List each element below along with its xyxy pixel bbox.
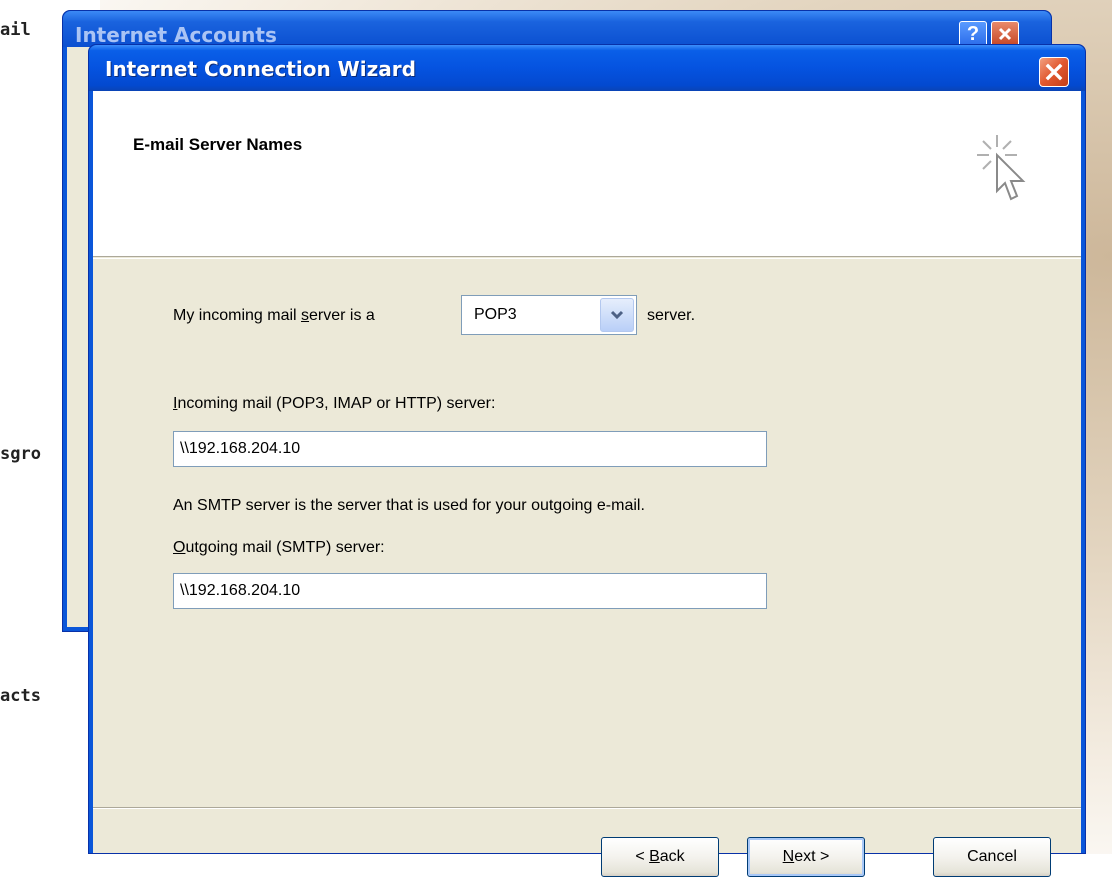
wizard-title: Internet Connection Wizard — [105, 57, 416, 81]
wizard-cursor-icon — [977, 135, 1026, 201]
incoming-server-input[interactable] — [173, 431, 767, 467]
server-type-select[interactable]: POP3 — [461, 295, 637, 335]
internet-accounts-titlebar: Internet Accounts ? — [63, 11, 1051, 47]
label-part: ncoming mail (POP3, IMAP or HTTP) server… — [177, 395, 496, 412]
label-part: My incoming mail — [173, 307, 302, 324]
incoming-server-type-label: My incoming mail server is a — [173, 307, 375, 325]
accelerator-key: O — [173, 539, 186, 556]
button-label-part: < — [635, 848, 650, 865]
cancel-button[interactable]: Cancel — [933, 837, 1051, 877]
next-button[interactable]: Next > — [747, 837, 865, 877]
button-label-part: ext > — [794, 848, 830, 865]
wizard-header: E-mail Server Names — [93, 91, 1081, 257]
server-type-dropdown-button[interactable] — [600, 298, 634, 332]
label-part: utgoing mail (SMTP) server: — [185, 539, 385, 556]
wizard-close-button[interactable] — [1039, 57, 1069, 87]
wizard-titlebar[interactable]: Internet Connection Wizard — [89, 45, 1085, 91]
side-label-newsgroups[interactable]: sgro — [0, 444, 41, 464]
smtp-description: An SMTP server is the server that is use… — [173, 497, 645, 514]
accelerator-key: N — [782, 848, 795, 865]
accelerator-key: s — [301, 307, 310, 324]
back-button[interactable]: < Back — [601, 837, 719, 877]
internet-connection-wizard: Internet Connection Wizard E-mail Server… — [88, 44, 1086, 877]
footer-separator — [93, 807, 1081, 808]
incoming-server-label: Incoming mail (POP3, IMAP or HTTP) serve… — [173, 395, 495, 413]
outgoing-server-input[interactable] — [173, 573, 767, 609]
close-icon — [998, 27, 1012, 41]
side-label-mail[interactable]: ail — [0, 20, 31, 40]
wizard-client-area: E-mail Server Names My incoming mail ser… — [93, 91, 1081, 877]
header-separator — [93, 258, 1081, 259]
server-suffix-label: server. — [647, 307, 696, 324]
close-icon — [1045, 63, 1063, 81]
accelerator-key: B — [649, 848, 660, 865]
label-part: erver is a — [309, 307, 375, 324]
server-type-value: POP3 — [474, 306, 517, 323]
outgoing-server-label: Outgoing mail (SMTP) server: — [173, 539, 385, 557]
button-label-part: ack — [659, 848, 685, 865]
side-label-contacts[interactable]: acts — [0, 686, 41, 706]
page-heading: E-mail Server Names — [133, 135, 303, 154]
chevron-down-icon — [610, 310, 624, 320]
